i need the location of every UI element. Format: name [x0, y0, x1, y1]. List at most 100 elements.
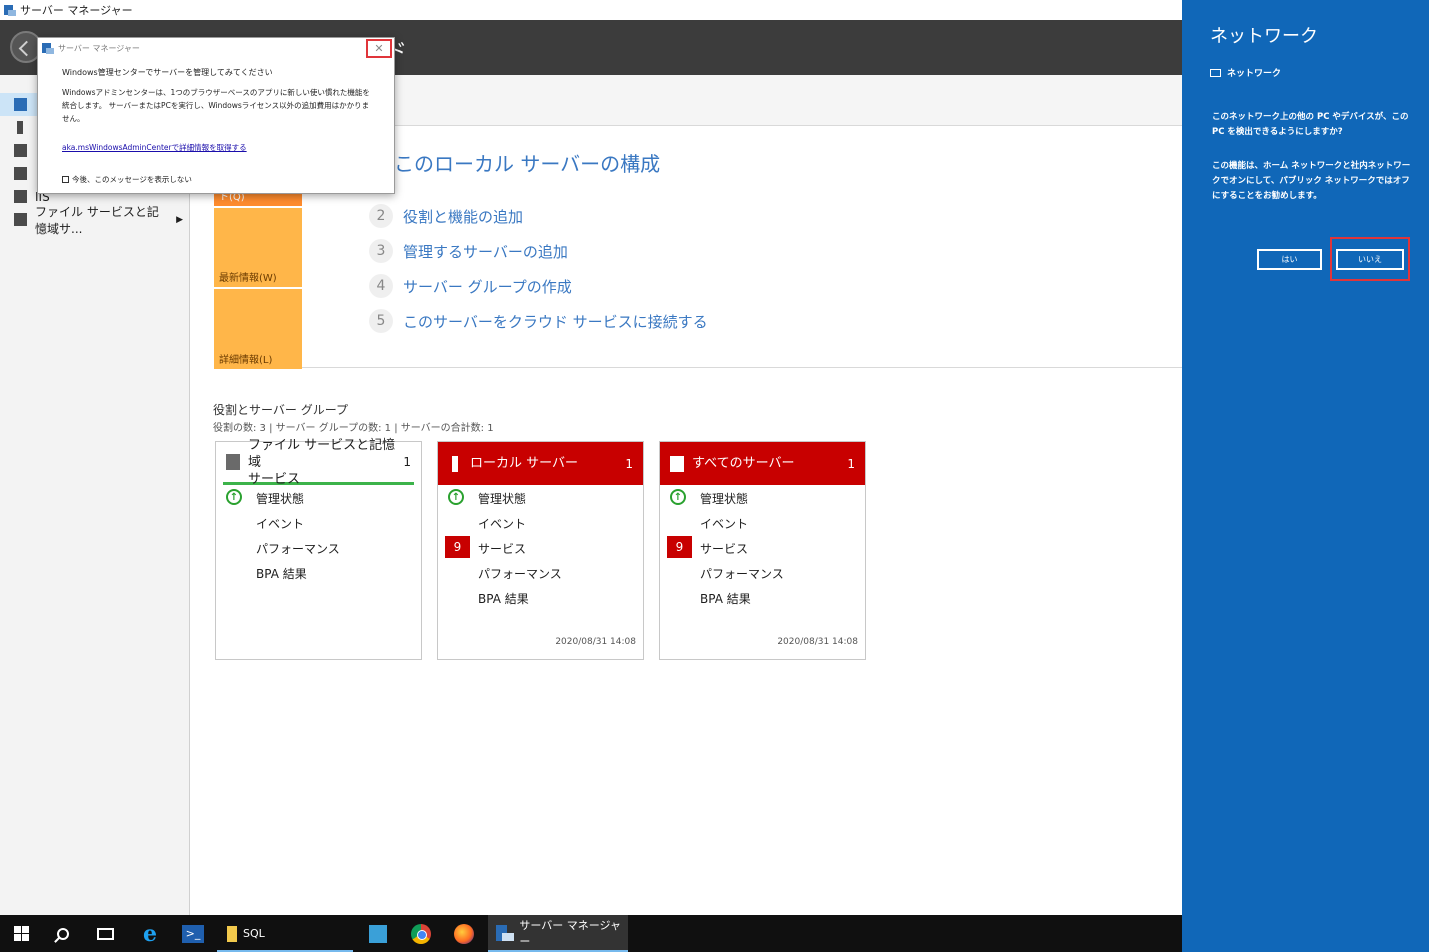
- task-view-icon: [96, 927, 114, 940]
- tile-bpa[interactable]: BPA 結果: [478, 590, 529, 607]
- tile-local-server[interactable]: ローカル サーバー 1 ↑ 管理状態 イベント 9 サービス パフォーマンス B…: [437, 441, 644, 660]
- network-app-icon: [369, 924, 387, 943]
- firefox-icon: [454, 923, 474, 944]
- tile-header[interactable]: すべてのサーバー 1: [660, 442, 865, 485]
- file-services-icon: [14, 213, 27, 226]
- sidebar-item-label: ファイル サービスと記憶域サ...: [35, 204, 159, 236]
- tile-title: すべてのサーバー: [692, 456, 795, 471]
- search-icon: [57, 927, 69, 940]
- step-link[interactable]: 管理するサーバーの追加: [403, 241, 568, 262]
- yes-button[interactable]: はい: [1257, 249, 1322, 270]
- tile-header[interactable]: ファイル サービスと記憶域 サービス 1: [223, 438, 414, 487]
- tile-bpa[interactable]: BPA 結果: [256, 565, 307, 582]
- taskbar-powershell[interactable]: >_: [172, 915, 214, 952]
- services-alert-badge: 9: [667, 536, 692, 558]
- tile-file-services[interactable]: ファイル サービスと記憶域 サービス 1 ↑ 管理状態 イベント パフォーマンス…: [215, 438, 422, 660]
- tile-events[interactable]: イベント: [256, 515, 304, 532]
- taskbar-sql-folder[interactable]: SQL: [217, 915, 353, 952]
- tile-services[interactable]: サービス: [700, 540, 748, 557]
- sidebar-item-file-services[interactable]: ファイル サービスと記憶域サ... ▶: [0, 205, 189, 236]
- title-bar: サーバー マネージャー: [0, 0, 1182, 20]
- tile-all-servers[interactable]: すべてのサーバー 1 ↑ 管理状態 イベント 9 サービス パフォーマンス BP…: [659, 441, 866, 660]
- tile-bpa[interactable]: BPA 結果: [700, 590, 751, 607]
- step-add-roles[interactable]: 2 役割と機能の追加: [369, 204, 523, 228]
- configure-server-title[interactable]: このローカル サーバーの構成: [394, 148, 660, 177]
- network-title: ネットワーク: [1210, 26, 1318, 47]
- dashboard-main: クイック スタート(Q) 最新情報(W) 詳細情報(L) このローカル サーバー…: [191, 75, 1182, 915]
- tile-timestamp: 2020/08/31 14:08: [777, 637, 858, 647]
- file-services-icon: [226, 454, 240, 470]
- no-button[interactable]: いいえ: [1336, 249, 1404, 270]
- start-button[interactable]: [0, 915, 42, 952]
- checkbox-box[interactable]: [62, 176, 69, 183]
- tile-count: 1: [403, 455, 411, 469]
- network-description: この機能は、ホーム ネットワークと社内ネットワークでオンにして、パブリック ネッ…: [1212, 161, 1411, 201]
- network-icon: [1210, 68, 1221, 77]
- status-ok-icon: ↑: [226, 489, 242, 505]
- step-number: 2: [369, 204, 393, 228]
- internet-explorer-icon: e: [143, 920, 157, 947]
- step-link[interactable]: このサーバーをクラウド サービスに接続する: [403, 311, 708, 332]
- tile-timestamp: 2020/08/31 14:08: [555, 637, 636, 647]
- taskbar-chrome[interactable]: [400, 915, 442, 952]
- chrome-icon: [411, 923, 431, 944]
- network-subtitle: ネットワーク: [1210, 66, 1281, 79]
- tile-services[interactable]: サービス: [478, 540, 526, 557]
- iis-icon: [14, 190, 27, 203]
- taskbar-label: SQL: [243, 927, 265, 940]
- tile-title: ファイル サービスと記憶域 サービス: [248, 437, 395, 488]
- tile-title-line1: ファイル サービスと記憶域: [248, 437, 396, 470]
- learn-more-tab[interactable]: 詳細情報(L): [214, 289, 302, 369]
- tile-performance[interactable]: パフォーマンス: [700, 565, 784, 582]
- taskbar-server-manager[interactable]: サーバー マネージャー: [488, 915, 628, 952]
- taskbar: e >_ SQL サーバー マネージャー: [0, 915, 1182, 952]
- network-discovery-pane: ネットワーク ネットワーク このネットワーク上の他の PC やデバイスが、この …: [1182, 0, 1429, 952]
- dashboard-icon: [14, 98, 27, 111]
- roles-section-title: 役割とサーバー グループ: [213, 403, 348, 417]
- tile-performance[interactable]: パフォーマンス: [478, 565, 562, 582]
- tile-events[interactable]: イベント: [478, 515, 526, 532]
- windows-icon: [13, 926, 29, 941]
- server-manager-icon: [496, 924, 515, 942]
- step-number: 4: [369, 274, 393, 298]
- task-view-button[interactable]: [84, 915, 126, 952]
- tile-count: 1: [625, 456, 633, 471]
- step-number: 3: [369, 239, 393, 263]
- status-ok-icon: ↑: [448, 489, 464, 505]
- whats-new-tab[interactable]: 最新情報(W): [214, 208, 302, 287]
- admin-center-popup: サーバー マネージャー ✕ Windows管理センターでサーバーを管理してみてく…: [37, 37, 395, 194]
- taskbar-firefox[interactable]: [443, 915, 485, 952]
- checkbox-label: 今後、このメッセージを表示しない: [72, 175, 192, 184]
- step-create-group[interactable]: 4 サーバー グループの作成: [369, 274, 572, 298]
- dont-show-again-checkbox[interactable]: 今後、このメッセージを表示しない: [62, 174, 192, 185]
- step-add-servers[interactable]: 3 管理するサーバーの追加: [369, 239, 568, 263]
- servers-icon: [14, 144, 27, 157]
- tile-events[interactable]: イベント: [700, 515, 748, 532]
- taskbar-ie[interactable]: e: [129, 915, 171, 952]
- status-ok-icon: ↑: [670, 489, 686, 505]
- server-icon: [452, 455, 458, 472]
- popup-heading: Windows管理センターでサーバーを管理してみてください: [62, 68, 273, 77]
- taskbar-network-app[interactable]: [357, 915, 399, 952]
- network-question: このネットワーク上の他の PC やデバイスが、この PC を検出できるようにしま…: [1212, 112, 1409, 137]
- powershell-icon: >_: [182, 924, 204, 943]
- server-icon: [17, 121, 23, 134]
- tile-manageability[interactable]: 管理状態: [256, 490, 304, 507]
- step-link[interactable]: サーバー グループの作成: [403, 276, 572, 297]
- server-manager-icon: [42, 42, 54, 54]
- chevron-right-icon[interactable]: ▶: [176, 215, 183, 225]
- tile-performance[interactable]: パフォーマンス: [256, 540, 340, 557]
- search-button[interactable]: [42, 915, 84, 952]
- folder-icon: [227, 925, 237, 942]
- tile-header[interactable]: ローカル サーバー 1: [438, 442, 643, 485]
- directory-icon: [14, 167, 27, 180]
- popup-close-button[interactable]: ✕: [366, 39, 392, 58]
- sidebar: IIS ファイル サービスと記憶域サ... ▶: [0, 75, 190, 915]
- popup-title-bar: サーバー マネージャー: [42, 42, 140, 54]
- tile-manageability[interactable]: 管理状態: [478, 490, 526, 507]
- step-link[interactable]: 役割と機能の追加: [403, 206, 523, 227]
- step-connect-cloud[interactable]: 5 このサーバーをクラウド サービスに接続する: [369, 309, 708, 333]
- tile-manageability[interactable]: 管理状態: [700, 490, 748, 507]
- servers-icon: [670, 455, 684, 472]
- popup-learn-more-link[interactable]: aka.msWindowsAdminCenterで詳細情報を取得する: [62, 142, 247, 153]
